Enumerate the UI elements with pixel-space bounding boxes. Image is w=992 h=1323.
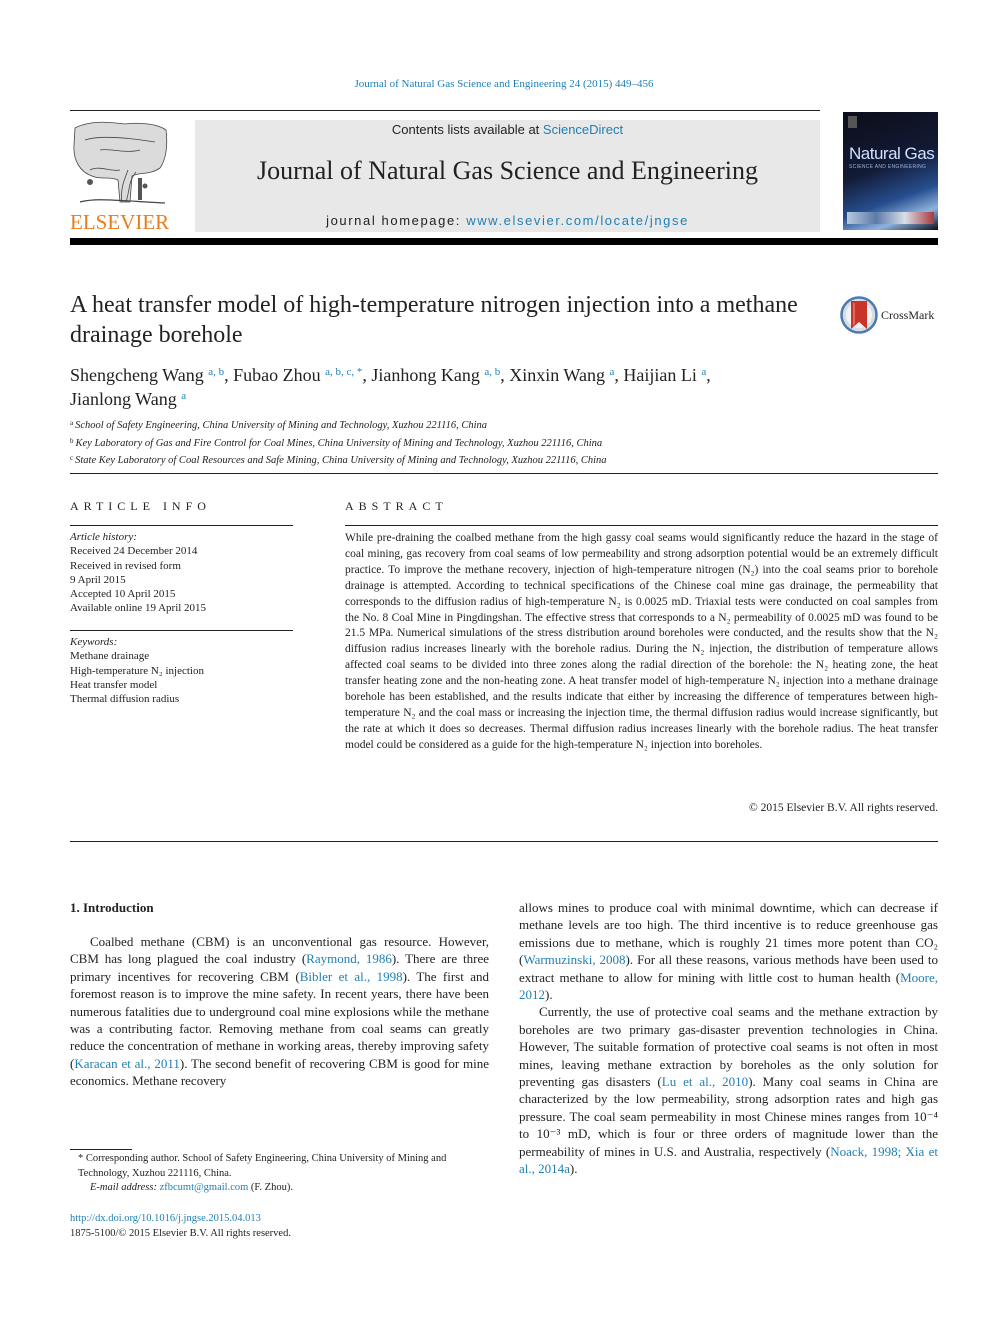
affiliation-marker: c bbox=[70, 454, 74, 462]
abstract-text: While pre-draining the coalbed methane f… bbox=[345, 532, 938, 751]
abstract-copyright: © 2015 Elsevier B.V. All rights reserved… bbox=[749, 802, 938, 814]
author-separator: , bbox=[362, 365, 372, 385]
top-rule bbox=[70, 110, 820, 111]
article-title: A heat transfer model of high-temperatur… bbox=[70, 292, 798, 348]
divider bbox=[70, 630, 293, 631]
header-thick-rule bbox=[70, 238, 938, 245]
paragraph: Currently, the use of protective coal se… bbox=[519, 1003, 938, 1177]
citation-link[interactable]: Karacan et al., 2011 bbox=[74, 1056, 180, 1071]
divider bbox=[70, 473, 938, 474]
paragraph-text: ). bbox=[545, 987, 553, 1003]
cover-publisher-badge bbox=[848, 116, 857, 128]
author-name[interactable]: Fubao Zhou bbox=[233, 365, 325, 385]
affiliation-text: State Key Laboratory of Coal Resources a… bbox=[75, 455, 607, 466]
author-affiliation-marker[interactable]: a bbox=[181, 390, 186, 402]
cover-title: Natural Gas bbox=[849, 144, 935, 163]
email-label: E-mail address: bbox=[90, 1182, 160, 1193]
article-info-heading: ARTICLE INFO bbox=[70, 499, 211, 513]
doi-link[interactable]: http://dx.doi.org/10.1016/j.jngse.2015.0… bbox=[70, 1211, 261, 1226]
elsevier-tree-icon bbox=[73, 121, 168, 204]
cover-subtitle: SCIENCE AND ENGINEERING bbox=[849, 164, 927, 170]
author-name[interactable]: Haijian Li bbox=[623, 365, 701, 385]
divider bbox=[345, 525, 938, 526]
author-separator: , bbox=[614, 365, 624, 385]
divider bbox=[70, 841, 938, 842]
history-item: 9 April 2015 bbox=[70, 573, 126, 586]
keyword-item: Methane drainage bbox=[70, 650, 150, 663]
citation-link[interactable]: Bibler et al., 1998 bbox=[300, 969, 403, 984]
body-column-right: allows mines to produce coal with minima… bbox=[519, 899, 938, 1178]
corresponding-author-note: * Corresponding author. School of Safety… bbox=[78, 1153, 447, 1179]
article-history: Article history: Received 24 December 20… bbox=[70, 530, 293, 616]
keyword-item: High-temperature N₂ injection bbox=[70, 664, 204, 677]
citation-link[interactable]: Warmuzinski, 2008 bbox=[523, 952, 625, 967]
author-affiliation-marker[interactable]: a, b bbox=[208, 366, 224, 378]
sciencedirect-link[interactable]: ScienceDirect bbox=[543, 122, 623, 137]
history-label: Article history: bbox=[70, 531, 137, 543]
history-item: Received 24 December 2014 bbox=[70, 545, 198, 558]
body-column-left: Coalbed methane (CBM) is an unconvention… bbox=[70, 933, 489, 1090]
affiliation-marker: b bbox=[70, 436, 74, 445]
author-name[interactable]: Jianhong Kang bbox=[371, 365, 484, 385]
author-separator: , bbox=[706, 365, 711, 385]
crossmark-button[interactable]: CrossMark bbox=[840, 296, 950, 334]
paragraph-text: ). bbox=[569, 1161, 578, 1177]
author-affiliation-marker[interactable]: a, b, c, * bbox=[325, 366, 362, 378]
journal-title: Journal of Natural Gas Science and Engin… bbox=[256, 156, 759, 185]
contents-line: Contents lists available at ScienceDirec… bbox=[195, 122, 820, 137]
divider bbox=[70, 525, 293, 526]
paragraph: allows mines to produce coal with minima… bbox=[519, 899, 938, 1003]
journal-masthead: Contents lists available at ScienceDirec… bbox=[195, 120, 820, 232]
history-item: Received in revised form bbox=[70, 559, 181, 572]
author-name[interactable]: Jianlong Wang bbox=[70, 389, 181, 409]
elsevier-wordmark: ELSEVIER bbox=[70, 210, 170, 234]
homepage-link[interactable]: www.elsevier.com/locate/jngse bbox=[466, 213, 689, 228]
affiliation-item: b Key Laboratory of Gas and Fire Control … bbox=[70, 434, 870, 452]
affiliation-text: Key Laboratory of Gas and Fire Control f… bbox=[75, 437, 603, 449]
abstract-heading: ABSTRACT bbox=[345, 499, 448, 513]
affiliation-marker: a bbox=[70, 419, 74, 427]
journal-homepage: journal homepage: www.elsevier.com/locat… bbox=[195, 213, 820, 228]
journal-reference-link[interactable]: Journal of Natural Gas Science and Engin… bbox=[0, 78, 992, 90]
email-suffix: (F. Zhou). bbox=[248, 1182, 293, 1193]
history-item: Accepted 10 April 2015 bbox=[70, 588, 176, 601]
email-line: E-mail address: zfbcumt@gmail.com (F. Zh… bbox=[70, 1181, 490, 1196]
keyword-item: Thermal diffusion radius bbox=[70, 693, 180, 706]
affiliation-item: a School of Safety Engineering, China Uni… bbox=[70, 416, 870, 434]
footnote: * Corresponding author. School of Safety… bbox=[70, 1152, 490, 1196]
author-separator: , bbox=[500, 365, 510, 385]
paragraph: Coalbed methane (CBM) is an unconvention… bbox=[70, 933, 489, 1090]
keyword-item: Heat transfer model bbox=[70, 678, 158, 691]
history-item: Available online 19 April 2015 bbox=[70, 602, 207, 615]
keywords: Keywords: Methane drainage High-temperat… bbox=[70, 635, 293, 706]
affiliations: a School of Safety Engineering, China Uni… bbox=[70, 416, 870, 469]
footnote-rule bbox=[70, 1149, 132, 1150]
author-affiliation-marker[interactable]: a, b bbox=[484, 366, 500, 378]
author-name[interactable]: Shengcheng Wang bbox=[70, 365, 208, 385]
citation-link[interactable]: Raymond, 1986 bbox=[306, 951, 392, 966]
elsevier-logo[interactable]: ELSEVIER bbox=[70, 120, 172, 234]
email-link[interactable]: zfbcumt@gmail.com bbox=[160, 1182, 249, 1193]
journal-cover-image[interactable]: Natural Gas SCIENCE AND ENGINEERING bbox=[843, 112, 938, 230]
homepage-prefix: journal homepage: bbox=[326, 213, 467, 228]
affiliation-item: c State Key Laboratory of Coal Resources … bbox=[70, 451, 870, 469]
issn-copyright: 1875-5100/© 2015 Elsevier B.V. All right… bbox=[70, 1228, 291, 1239]
author-list: Shengcheng Wang a, b, Fubao Zhou a, b, c… bbox=[70, 362, 890, 410]
crossmark-label: CrossMark bbox=[881, 308, 935, 322]
citation-link[interactable]: Lu et al., 2010 bbox=[662, 1074, 748, 1089]
author-separator: , bbox=[224, 365, 234, 385]
keywords-label: Keywords: bbox=[70, 636, 118, 648]
affiliation-text: School of Safety Engineering, China Univ… bbox=[75, 420, 488, 431]
section-heading-introduction: 1. Introduction bbox=[70, 900, 154, 915]
contents-prefix: Contents lists available at bbox=[391, 122, 543, 137]
crossmark-icon bbox=[840, 296, 878, 334]
cover-photo-strip bbox=[847, 212, 934, 224]
author-name[interactable]: Xinxin Wang bbox=[509, 365, 609, 385]
